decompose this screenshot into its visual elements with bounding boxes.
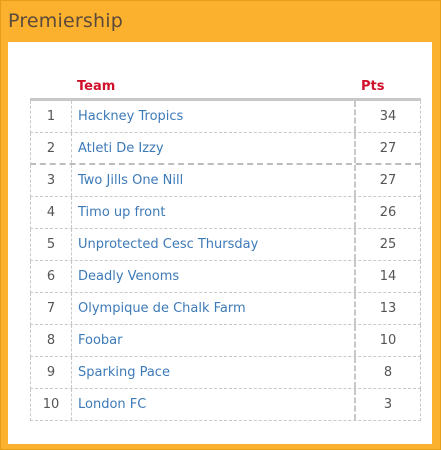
column-header-team: Team xyxy=(77,79,116,94)
table-row: 7 Olympique de Chalk Farm 13 xyxy=(30,293,421,325)
table-row: 10 London FC 3 xyxy=(30,389,421,421)
points-cell: 26 xyxy=(379,205,397,220)
panel-title: Premiership xyxy=(8,10,123,32)
team-link[interactable]: Unprotected Cesc Thursday xyxy=(72,229,356,260)
position-cell: 8 xyxy=(31,325,72,356)
points-cell: 13 xyxy=(379,301,397,316)
standings-card: Team Pts 1 Hackney Tropics 34 2 Atleti D… xyxy=(8,42,432,444)
points-cell: 27 xyxy=(379,173,397,188)
column-header-pts: Pts xyxy=(361,79,385,94)
team-link[interactable]: London FC xyxy=(72,389,356,420)
position-cell: 5 xyxy=(31,229,72,260)
table-row: 8 Foobar 10 xyxy=(30,325,421,357)
team-link[interactable]: Two Jills One Nill xyxy=(72,165,356,196)
table-row: 6 Deadly Venoms 14 xyxy=(30,261,421,293)
position-cell: 4 xyxy=(31,197,72,228)
table-row: 1 Hackney Tropics 34 xyxy=(30,101,421,133)
team-link[interactable]: Hackney Tropics xyxy=(72,101,356,132)
premiership-panel: Premiership Team Pts 1 Hackney Tropics 3… xyxy=(0,0,441,450)
team-link[interactable]: Timo up front xyxy=(72,197,356,228)
standings-table: 1 Hackney Tropics 34 2 Atleti De Izzy 27… xyxy=(30,98,421,421)
table-row: 9 Sparking Pace 8 xyxy=(30,357,421,389)
position-cell: 9 xyxy=(31,357,72,388)
team-link[interactable]: Olympique de Chalk Farm xyxy=(72,293,356,324)
position-cell: 7 xyxy=(31,293,72,324)
team-link[interactable]: Atleti De Izzy xyxy=(72,133,356,163)
table-row: 2 Atleti De Izzy 27 xyxy=(30,133,421,165)
points-cell: 10 xyxy=(379,333,397,348)
points-cell: 3 xyxy=(383,397,393,412)
points-cell: 14 xyxy=(379,269,397,284)
points-cell: 25 xyxy=(379,237,397,252)
points-cell: 27 xyxy=(379,140,397,156)
table-row: 5 Unprotected Cesc Thursday 25 xyxy=(30,229,421,261)
position-cell: 2 xyxy=(31,133,72,163)
table-row: 3 Two Jills One Nill 27 xyxy=(30,165,421,197)
team-link[interactable]: Sparking Pace xyxy=(72,357,356,388)
position-cell: 6 xyxy=(31,261,72,292)
team-link[interactable]: Foobar xyxy=(72,325,356,356)
points-cell: 8 xyxy=(383,365,393,380)
points-cell: 34 xyxy=(379,109,397,124)
position-cell: 1 xyxy=(31,101,72,132)
position-cell: 10 xyxy=(31,389,72,420)
team-link[interactable]: Deadly Venoms xyxy=(72,261,356,292)
position-cell: 3 xyxy=(31,165,72,196)
table-row: 4 Timo up front 26 xyxy=(30,197,421,229)
